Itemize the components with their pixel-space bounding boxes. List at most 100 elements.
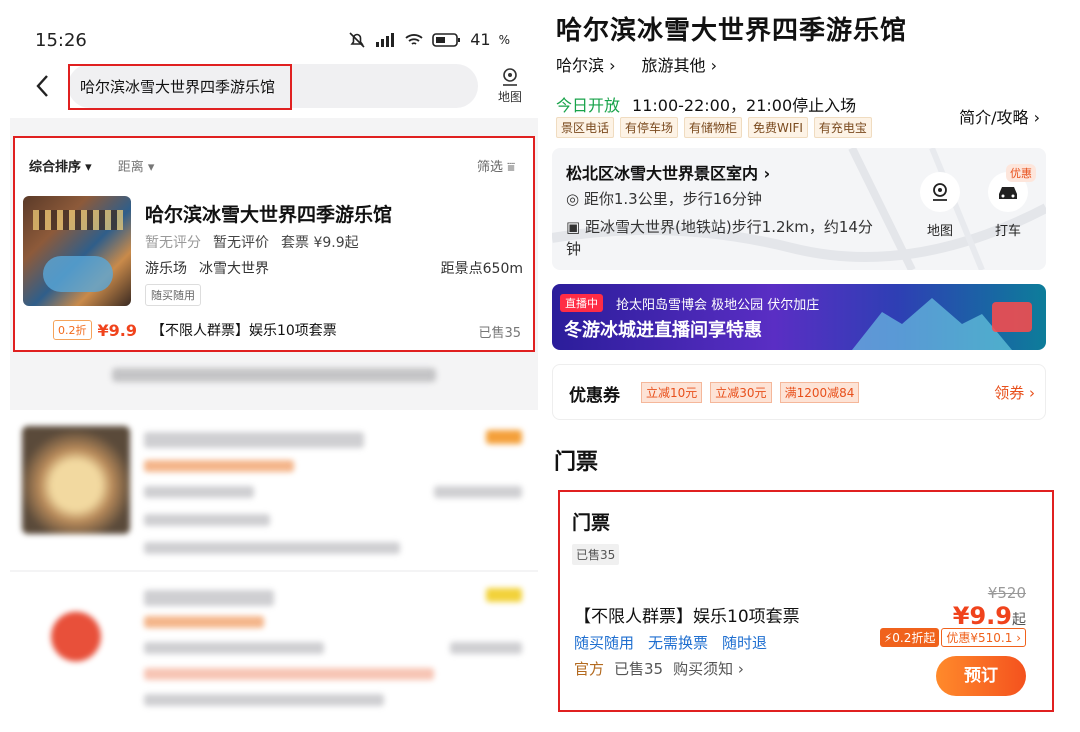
map-nav-label: 地图 — [926, 224, 953, 239]
search-results-panel: 15:26 41% 哈尔滨冰雪大世界四季游乐馆 地图 综合排序 ▾ 距离 ▾ 筛… — [10, 0, 538, 732]
coupon-chips: 立减10元 立减30元 满1200减84 — [641, 382, 860, 403]
hours-text: 11:00-22:00，21:00停止入场 — [632, 96, 857, 115]
blurred-list-item[interactable] — [10, 410, 538, 570]
get-coupon-button[interactable]: 领券 › — [994, 382, 1035, 403]
map-nav-button[interactable] — [920, 172, 960, 212]
detail-title: 哈尔滨冰雪大世界四季游乐馆 — [556, 16, 908, 46]
ticket-card-header: 门票 — [572, 512, 611, 534]
tag-amusement: 游乐场 — [145, 261, 187, 277]
metro-icon: ▣ — [566, 218, 581, 236]
filter-icon: ⩸ — [507, 160, 515, 175]
chevron-right-icon: › — [737, 660, 744, 678]
location-area[interactable]: 松北区冰雪大世界景区室内 › — [566, 160, 770, 184]
poi-thumbnail[interactable] — [23, 196, 131, 306]
ticket-name[interactable]: 【不限人群票】娱乐10项套票 — [574, 602, 800, 627]
thumbnail-lights — [33, 210, 123, 230]
tag-ice-world: 冰雪大世界 — [199, 261, 269, 277]
ticket-card[interactable]: 门票 已售35 【不限人群票】娱乐10项套票 随买随用 无需换票 随时退 官方 … — [558, 490, 1054, 712]
chevron-right-icon: › — [710, 56, 718, 75]
ticket-feature: 随时退 — [722, 634, 768, 652]
search-input[interactable]: 哈尔滨冰雪大世界四季游乐馆 — [68, 64, 292, 110]
deal-price: ¥9.9 — [97, 320, 137, 340]
banner-line2: 冬游冰城进直播间享特惠 — [564, 320, 762, 341]
coupon-chip[interactable]: 满1200减84 — [779, 382, 860, 403]
location-metro-label: 距冰雪大世界(地铁站)步行1.2km，约14分钟 — [566, 218, 873, 258]
poi-distance: 距景点650m — [440, 261, 523, 277]
sort-composite[interactable]: 综合排序 ▾ — [29, 156, 92, 175]
coupon-row[interactable]: 优惠券 立减10元 立减30元 满1200减84 领券 › — [552, 364, 1046, 420]
status-time: 15:26 — [35, 30, 87, 51]
search-header: 15:26 41% 哈尔滨冰雪大世界四季游乐馆 地图 — [10, 0, 538, 118]
coupon-chip[interactable]: 立减10元 — [641, 382, 703, 403]
poi-tags: 游乐场 冰雪大世界 — [145, 258, 269, 278]
blurred-text — [144, 668, 434, 680]
ticket-sold: 已售35 — [614, 660, 664, 678]
discount-tag-label: 0.2折起 — [892, 631, 936, 645]
ticket-price: ¥9.9起 — [953, 602, 1026, 630]
breadcrumb-city[interactable]: 哈尔滨 › — [556, 52, 616, 76]
back-arrow-icon[interactable] — [32, 72, 54, 100]
opening-hours: 今日开放 11:00-22:00，21:00停止入场 — [556, 92, 856, 116]
breadcrumb-category[interactable]: 旅游其他 › — [642, 52, 718, 76]
saving-tag-label: 优惠¥510.1 — [946, 631, 1013, 645]
blurred-text — [144, 590, 274, 606]
blurred-text — [144, 694, 384, 706]
coupon-label: 优惠券 — [569, 386, 620, 406]
live-badge: 直播中 — [560, 294, 603, 312]
tickets-section-title: 门票 — [554, 450, 599, 475]
purchase-notice-label: 购买须知 — [673, 660, 734, 678]
amenity-tag: 有停车场 — [620, 117, 679, 138]
battery-icon — [432, 32, 461, 47]
amenity-tags: 景区电话 有停车场 有储物柜 免费WIFI 有充电宝 — [556, 117, 872, 138]
car-icon — [999, 187, 1017, 199]
ticket-feature: 无需换票 — [648, 634, 709, 652]
amenity-tag: 有储物柜 — [684, 117, 743, 138]
filter-button[interactable]: 筛选 ⩸ — [477, 156, 515, 175]
signal-icon — [376, 32, 395, 47]
poi-title[interactable]: 哈尔滨冰雪大世界四季游乐馆 — [145, 200, 392, 227]
blurred-text — [144, 542, 400, 554]
breadcrumb-city-label: 哈尔滨 — [556, 56, 605, 75]
blurred-text — [144, 432, 364, 448]
battery-percent-sign: % — [498, 32, 510, 47]
live-banner[interactable]: 直播中 抢太阳岛雪博会 极地公园 伏尔加庄 冬游冰城进直播间享特惠 — [552, 284, 1046, 350]
coupon-chip[interactable]: 立减30元 — [710, 382, 772, 403]
price-suffix: 起 — [1012, 612, 1026, 628]
result-card[interactable]: 综合排序 ▾ 距离 ▾ 筛选 ⩸ 哈尔滨冰雪大世界四季游乐馆 暂无评分 暂无评价… — [13, 136, 535, 352]
ticket-from: 套票 ¥9.9起 — [281, 235, 359, 251]
blurred-text — [144, 460, 294, 472]
location-distance-label: 距你1.3公里，步行16分钟 — [583, 190, 762, 208]
guide-link[interactable]: 简介/攻略 › — [959, 104, 1040, 128]
open-status: 今日开放 — [556, 96, 621, 115]
banner-line1: 抢太阳岛雪博会 极地公园 伏尔加庄 — [616, 298, 820, 313]
blurred-text — [144, 514, 270, 526]
sort-distance-label: 距离 — [117, 160, 144, 175]
sort-distance[interactable]: 距离 ▾ — [118, 156, 155, 175]
status-icons: 41% — [348, 30, 510, 49]
battery-level: 41 — [470, 30, 491, 49]
purchase-notice-link[interactable]: 购买须知 › — [673, 658, 744, 679]
discount-badge: 0.2折 — [53, 320, 92, 340]
blurred-text — [144, 642, 324, 654]
blurred-list-item[interactable] — [10, 572, 538, 732]
map-pin-icon — [503, 68, 517, 86]
breadcrumb-category-label: 旅游其他 — [641, 56, 706, 75]
chevron-right-icon: › — [609, 56, 616, 75]
ticket-sold-badge: 已售35 — [572, 544, 620, 565]
map-button[interactable]: 地图 — [490, 66, 530, 105]
poi-detail-panel: 哈尔滨冰雪大世界四季游乐馆 哈尔滨 › 旅游其他 › 今日开放 11:00-22… — [548, 0, 1080, 732]
discount-tag: ⚡0.2折起 — [879, 628, 940, 647]
taxi-label: 打车 — [994, 224, 1021, 239]
original-price: ¥520 — [987, 584, 1026, 602]
location-distance: ◎ 距你1.3公里，步行16分钟 — [566, 188, 762, 209]
deal-row[interactable]: 0.2折 ¥9.9 【不限人群票】娱乐10项套票 — [53, 320, 337, 340]
location-card[interactable]: 松北区冰雪大世界景区室内 › ◎ 距你1.3公里，步行16分钟 ▣ 距冰雪大世界… — [552, 148, 1046, 270]
chevron-right-icon: › — [1029, 384, 1035, 402]
blurred-text — [434, 486, 522, 498]
poi-meta: 暂无评分 暂无评价 套票 ¥9.9起 — [145, 232, 359, 252]
chevron-right-icon: › — [1016, 631, 1021, 645]
map-pin-icon — [933, 183, 947, 201]
breadcrumb: 哈尔滨 › 旅游其他 › — [556, 52, 717, 76]
ticket-price-value: ¥9.9 — [952, 602, 1012, 630]
book-button[interactable]: 预订 — [936, 656, 1026, 696]
